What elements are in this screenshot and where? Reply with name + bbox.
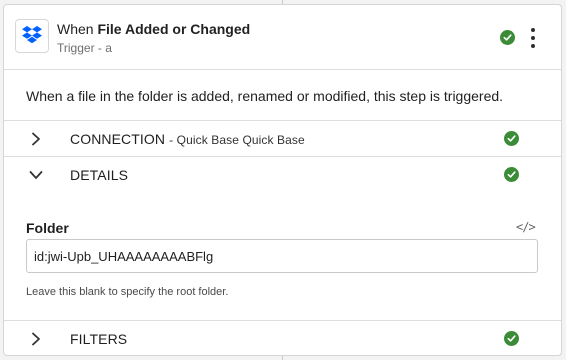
section-filters-label: FILTERS [70, 331, 128, 347]
chevron-down-icon [29, 171, 43, 179]
section-details-label: DETAILS [70, 167, 129, 183]
app-logo [15, 19, 49, 53]
check-circle-icon [504, 331, 519, 346]
check-circle-icon [500, 30, 515, 45]
section-details[interactable]: DETAILS [4, 157, 561, 193]
chevron-right-icon [32, 132, 40, 146]
flow-connector-bottom [282, 356, 283, 360]
chevron-right-icon [32, 332, 40, 346]
check-circle-icon [504, 131, 519, 146]
step-header[interactable]: When File Added or Changed Trigger - a [4, 5, 561, 70]
trigger-step-card: When File Added or Changed Trigger - a W… [3, 4, 562, 356]
section-connection-label: CONNECTION - Quick Base Quick Base [70, 130, 305, 149]
section-connection[interactable]: CONNECTION - Quick Base Quick Base [4, 121, 561, 157]
section-filters[interactable]: FILTERS [4, 321, 561, 355]
connection-name: - Quick Base Quick Base [169, 133, 305, 147]
step-subtitle: Trigger - a [57, 41, 112, 55]
step-title-prefix: When [57, 21, 94, 37]
step-title: When File Added or Changed [57, 20, 250, 38]
folder-hint: Leave this blank to specify the root fol… [26, 286, 229, 298]
connection-title: CONNECTION [70, 131, 166, 147]
details-body: Folder </> Leave this blank to specify t… [4, 193, 561, 321]
step-description: When a file in the folder is added, rena… [4, 70, 561, 121]
code-toggle-icon[interactable]: </> [516, 220, 536, 234]
folder-field-label: Folder [26, 220, 69, 236]
kebab-menu-icon[interactable] [524, 26, 542, 50]
folder-input[interactable] [26, 239, 538, 273]
step-title-event: File Added or Changed [97, 21, 251, 37]
dropbox-icon [22, 26, 42, 44]
check-circle-icon [504, 167, 519, 182]
